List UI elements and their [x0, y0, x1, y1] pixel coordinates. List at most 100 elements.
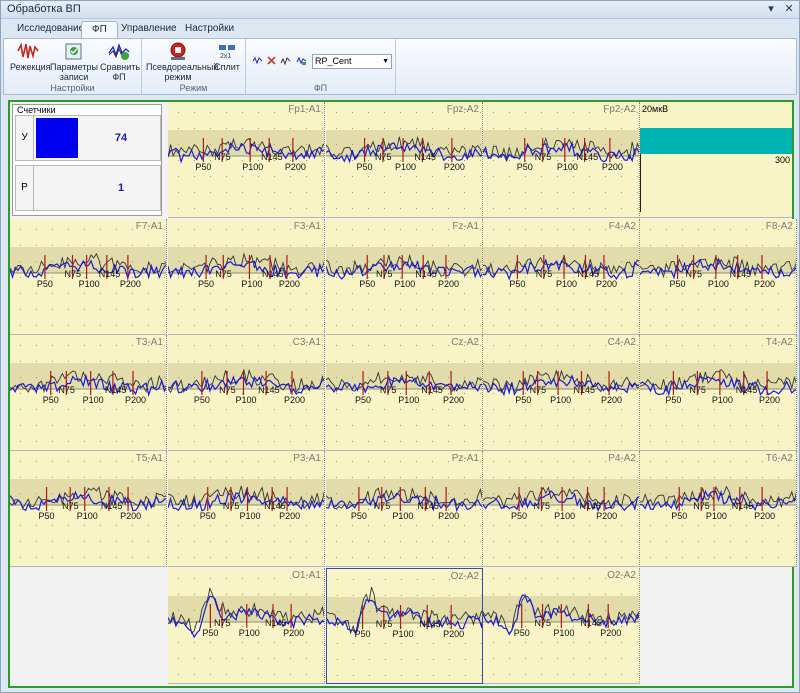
close-button[interactable]: ✕	[783, 2, 795, 15]
channel-panel[interactable]: P50 N75 P100 N145 P200 P3-A1	[168, 451, 325, 567]
tab-settings[interactable]: Настройки	[175, 21, 244, 38]
svg-text:2x1: 2x1	[220, 53, 231, 60]
channel-panel[interactable]: P50 N75 P100 N145 P200 T4-A2	[640, 335, 797, 451]
peak-sort-icon[interactable]	[296, 55, 307, 66]
channel-panel[interactable]: P50 N75 P100 N145 P200 F3-A1	[168, 219, 325, 335]
ep-trace-plot	[326, 345, 482, 442]
fp-preset-select[interactable]: RP_Cent ▼	[312, 54, 392, 69]
grid-dot	[778, 261, 779, 262]
grid-dot	[605, 261, 606, 262]
channel-panel[interactable]: P50 N75 P100 N145 P200 Fp2-A2	[483, 102, 640, 218]
channel-panel[interactable]: P50 N75 P100 N145 P200 Cz-A2	[326, 335, 483, 451]
grid-dot	[573, 425, 574, 426]
split-button[interactable]: 2x1 Сплит	[212, 41, 242, 72]
grid-dot	[384, 176, 385, 177]
grid-dot	[322, 409, 323, 410]
grid-dot	[210, 293, 211, 294]
grid-dot	[148, 525, 149, 526]
channel-panel[interactable]: P50 N75 P100 N145 P200 T3-A1	[10, 335, 167, 451]
channel-panel[interactable]: P50 N75 P100 N145 P200 O1-A1	[168, 568, 325, 684]
grid-dot	[573, 245, 574, 246]
grid-dot	[525, 377, 526, 378]
grid-dot	[100, 361, 101, 362]
peak-list-icon[interactable]	[280, 55, 291, 66]
grid-dot	[258, 477, 259, 478]
grid-dot	[637, 361, 638, 362]
grid-dot	[557, 345, 558, 346]
grid-dot	[322, 208, 323, 209]
compare-fp-button[interactable]: Сравнить ФП	[100, 41, 140, 82]
grid-dot	[336, 245, 337, 246]
channel-panel[interactable]: P50 N75 P100 N145 P200 Fpz-A2	[326, 102, 483, 218]
grid-dot	[541, 477, 542, 478]
ep-trace-plot	[168, 578, 324, 675]
grid-dot	[682, 541, 683, 542]
grid-dot	[68, 245, 69, 246]
grid-dot	[573, 325, 574, 326]
grid-dot	[557, 144, 558, 145]
channel-panel[interactable]: P50 N75 P100 N145 P200 C3-A1	[168, 335, 325, 451]
grid-dot	[557, 325, 558, 326]
grid-dot	[509, 128, 510, 129]
split-icon: 2x1	[219, 45, 235, 60]
channel-panel[interactable]: P50 N75 P100 N145 P200 Oz-A2	[326, 568, 483, 684]
grid-dot	[605, 642, 606, 643]
channel-panel[interactable]: P50 N75 P100 N145 P200 F4-A2	[483, 219, 640, 335]
grid-dot	[589, 128, 590, 129]
channel-panel[interactable]: P50 N75 P100 N145 P200 P4-A2	[483, 451, 640, 567]
grid-dot	[258, 658, 259, 659]
grid-dot	[493, 112, 494, 113]
grid-dot	[464, 509, 465, 510]
grid-dot	[666, 377, 667, 378]
grid-dot	[666, 325, 667, 326]
channel-panel[interactable]: P50 N75 P100 N145 P200 Fz-A1	[326, 219, 483, 335]
grid-dot	[164, 345, 165, 346]
grid-dot	[116, 229, 117, 230]
grid-dot	[194, 626, 195, 627]
grid-dot	[336, 192, 337, 193]
grid-dot	[116, 525, 117, 526]
channel-panel[interactable]: P50 N75 P100 N145 P200 Fp1-A1	[168, 102, 325, 218]
channel-panel[interactable]: P50 N75 P100 N145 P200 C4-A2	[483, 335, 640, 451]
grid-dot	[525, 245, 526, 246]
peak-label: N75	[533, 501, 550, 511]
grid-dot	[682, 245, 683, 246]
grid-dot	[274, 441, 275, 442]
channel-panel[interactable]: P50 N75 P100 N145 P200 T6-A2	[640, 451, 797, 567]
peak-marker-icon[interactable]	[266, 55, 277, 66]
grid-dot	[416, 541, 417, 542]
wave-arrow-icon[interactable]	[252, 55, 263, 66]
peak-label: P100	[242, 162, 264, 172]
channel-panel[interactable]: P50 N75 P100 N145 P200 O2-A2	[483, 568, 640, 684]
channel-panel[interactable]: P50 N75 P100 N145 P200 F8-A2	[640, 219, 797, 335]
grid-dot	[194, 112, 195, 113]
grid-dot	[480, 377, 481, 378]
window-menu-button[interactable]: ▾	[765, 2, 777, 15]
peak-label: P50	[671, 511, 688, 521]
grid-dot	[336, 441, 337, 442]
channel-panel[interactable]: P50 N75 P100 N145 P200 T5-A1	[10, 451, 167, 567]
grid-dot	[258, 309, 259, 310]
grid-dot	[637, 160, 638, 161]
grid-dot	[226, 642, 227, 643]
grid-dot	[384, 477, 385, 478]
grid-dot	[20, 229, 21, 230]
grid-dot	[385, 675, 386, 676]
grid-dot	[322, 293, 323, 294]
channel-panel[interactable]: P50 N75 P100 N145 P200 Pz-A1	[326, 451, 483, 567]
notch-button[interactable]: Режекция	[10, 41, 51, 72]
peak-label: P200	[443, 162, 465, 172]
grid-dot	[36, 541, 37, 542]
grid-dot	[368, 277, 369, 278]
peak-label: P50	[513, 628, 530, 638]
grid-dot	[352, 361, 353, 362]
record-params-button[interactable]: Параметры записи	[50, 41, 98, 82]
grid-dot	[509, 425, 510, 426]
grid-dot	[509, 144, 510, 145]
channel-panel[interactable]: P50 N75 P100 N145 P200 F7-A1	[10, 219, 167, 335]
grid-dot	[432, 325, 433, 326]
grid-dot	[226, 425, 227, 426]
pseudo-realtime-button[interactable]: Псевдореальный режим	[146, 41, 218, 82]
grid-dot	[352, 277, 353, 278]
grid-dot	[509, 176, 510, 177]
